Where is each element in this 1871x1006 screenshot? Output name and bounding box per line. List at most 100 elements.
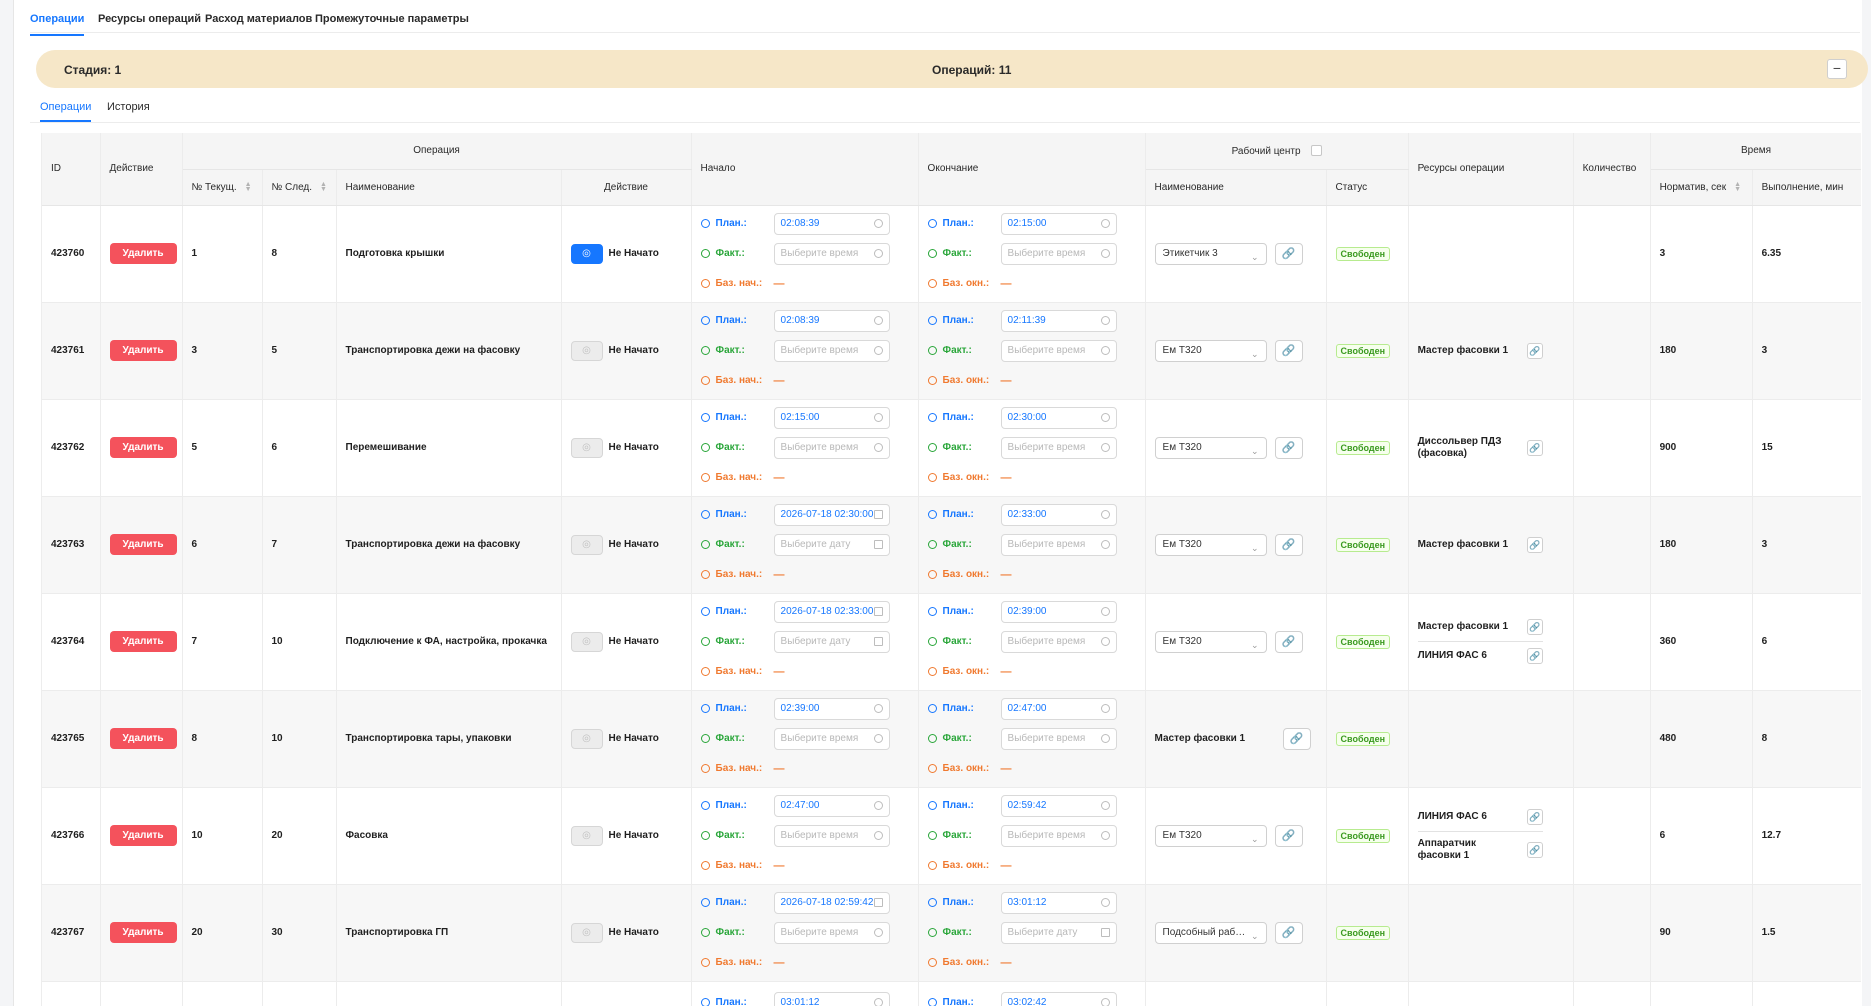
tab-operation-resources[interactable]: Ресурсы операций bbox=[98, 13, 201, 25]
clock-icon bbox=[700, 279, 710, 288]
end-fact-input[interactable]: Выберите время bbox=[1000, 339, 1117, 362]
start-plan-input[interactable]: 02:08:39 bbox=[773, 309, 890, 332]
start-plan-input[interactable]: 02:47:00 bbox=[773, 794, 890, 817]
start-fact-label: Факт.: bbox=[700, 830, 774, 841]
partial-end-plan-input[interactable]: 03:02:42 bbox=[1000, 991, 1117, 1006]
work-center-select[interactable]: Ем Т320 ⌄ bbox=[1154, 339, 1267, 362]
resource-link-icon[interactable]: 🔗 bbox=[1526, 536, 1543, 553]
subtab-history[interactable]: История bbox=[107, 101, 150, 113]
sort-icon[interactable]: ▲ ▼ bbox=[245, 181, 252, 193]
start-operation-button[interactable]: ◎ bbox=[570, 728, 603, 749]
work-center-select[interactable]: Ем Т320 ⌄ bbox=[1154, 436, 1267, 459]
delete-button[interactable]: Удалить bbox=[109, 534, 177, 555]
start-fact-input[interactable]: Выберите время bbox=[773, 824, 890, 847]
start-plan-input[interactable]: 02:08:39 bbox=[773, 212, 890, 235]
delete-button[interactable]: Удалить bbox=[109, 728, 177, 749]
start-fact-input[interactable]: Выберите время bbox=[773, 242, 890, 265]
delete-button[interactable]: Удалить bbox=[109, 631, 177, 652]
delete-button[interactable]: Удалить bbox=[109, 340, 177, 361]
start-fact-input[interactable]: Выберите время bbox=[773, 727, 890, 750]
start-operation-button[interactable]: ◎ bbox=[570, 534, 603, 555]
delete-button[interactable]: Удалить bbox=[109, 825, 177, 846]
end-fact-input[interactable]: Выберите дату bbox=[1000, 921, 1117, 944]
start-operation-button[interactable]: ◎ bbox=[570, 922, 603, 943]
resource-link-icon[interactable]: 🔗 bbox=[1526, 342, 1543, 359]
tab-operations[interactable]: Операции bbox=[30, 13, 85, 36]
tab-intermediate-params[interactable]: Промежуточные параметры bbox=[315, 13, 469, 25]
start-fact-input[interactable]: Выберите время bbox=[773, 921, 890, 944]
link-button[interactable]: 🔗 bbox=[1274, 533, 1303, 556]
work-center-select[interactable]: Ем Т320 ⌄ bbox=[1154, 533, 1267, 556]
start-operation-button[interactable]: ◎ bbox=[570, 243, 603, 264]
delete-button[interactable]: Удалить bbox=[109, 437, 177, 458]
sort-icon[interactable]: ▲ ▼ bbox=[1734, 181, 1741, 193]
cell-quantity bbox=[1573, 690, 1651, 788]
link-button[interactable]: 🔗 bbox=[1274, 630, 1303, 653]
resource-link-icon[interactable]: 🔗 bbox=[1526, 842, 1543, 858]
work-center-select[interactable]: Подсобный рабо... ⌄ bbox=[1154, 921, 1267, 944]
work-center-select[interactable]: Ем Т320 ⌄ bbox=[1154, 630, 1267, 653]
collapse-button[interactable]: − bbox=[1827, 59, 1847, 79]
col-current-no[interactable]: № Текущ. ▲ ▼ bbox=[182, 169, 263, 206]
start-plan-input[interactable]: 2026-07-18 02:33:00 bbox=[773, 600, 890, 623]
start-plan-input[interactable]: 02:15:00 bbox=[773, 406, 890, 429]
link-button[interactable]: 🔗 bbox=[1274, 436, 1303, 459]
start-fact-input[interactable]: Выберите время bbox=[773, 436, 890, 459]
end-plan-input[interactable]: 02:33:00 bbox=[1000, 503, 1117, 526]
end-plan-input[interactable]: 02:47:00 bbox=[1000, 697, 1117, 720]
sort-icon[interactable]: ▲ ▼ bbox=[320, 181, 327, 193]
col-next-no[interactable]: № След. ▲ ▼ bbox=[262, 169, 337, 206]
end-plan-input[interactable]: 02:11:39 bbox=[1000, 309, 1117, 332]
start-fact-input[interactable]: Выберите время bbox=[773, 339, 890, 362]
end-plan-input[interactable]: 02:30:00 bbox=[1000, 406, 1117, 429]
start-operation-button[interactable]: ◎ bbox=[570, 825, 603, 846]
clock-icon bbox=[873, 997, 883, 1006]
current-no: 5 bbox=[191, 442, 198, 453]
link-button[interactable]: 🔗 bbox=[1274, 921, 1303, 944]
end-fact-input[interactable]: Выберите время bbox=[1000, 630, 1117, 653]
tab-material-consumption[interactable]: Расход материалов bbox=[205, 13, 312, 25]
resource-link-icon[interactable]: 🔗 bbox=[1526, 619, 1543, 635]
work-center-select[interactable]: Этикетчик 3 ⌄ bbox=[1154, 242, 1267, 265]
resource-link-icon[interactable]: 🔗 bbox=[1526, 809, 1543, 825]
start-plan-input[interactable]: 2026-07-18 02:59:42 bbox=[773, 891, 890, 914]
end-plan-input[interactable]: 02:39:00 bbox=[1000, 600, 1117, 623]
baz-start-label-text: Баз. нач.: bbox=[715, 569, 763, 580]
subtab-operations[interactable]: Операции bbox=[40, 101, 92, 122]
end-fact-input[interactable]: Выберите время bbox=[1000, 533, 1117, 556]
work-center-select[interactable]: Ем Т320 ⌄ bbox=[1154, 824, 1267, 847]
end-fact-input[interactable]: Выберите время bbox=[1000, 727, 1117, 750]
work-center-value: Ем Т320 bbox=[1162, 538, 1202, 550]
link-button[interactable]: 🔗 bbox=[1282, 727, 1311, 750]
end-plan-input[interactable]: 03:01:12 bbox=[1000, 891, 1117, 914]
end-plan-input[interactable]: 02:15:00 bbox=[1000, 212, 1117, 235]
end-fact-input[interactable]: Выберите время bbox=[1000, 242, 1117, 265]
delete-button[interactable]: Удалить bbox=[109, 922, 177, 943]
end-plan-input[interactable]: 02:59:42 bbox=[1000, 794, 1117, 817]
start-plan-input[interactable]: 02:39:00 bbox=[773, 697, 890, 720]
work-center-group: Ем Т320 ⌄ 🔗 bbox=[1154, 339, 1317, 362]
link-button[interactable]: 🔗 bbox=[1274, 824, 1303, 847]
start-fact-input[interactable]: Выберите дату bbox=[773, 630, 890, 653]
start-operation-button[interactable]: ◎ bbox=[570, 437, 603, 458]
start-fact-input[interactable]: Выберите дату bbox=[773, 533, 890, 556]
col-norm[interactable]: Норматив, сек ▲ ▼ bbox=[1650, 169, 1753, 206]
next-no: 8 bbox=[271, 248, 278, 259]
resource-link-icon[interactable]: 🔗 bbox=[1526, 648, 1543, 664]
start-plan-value: 02:15:00 bbox=[780, 411, 820, 423]
start-operation-button[interactable]: ◎ bbox=[570, 340, 603, 361]
resource-link-icon[interactable]: 🔗 bbox=[1526, 439, 1543, 456]
link-button[interactable]: 🔗 bbox=[1274, 242, 1303, 265]
start-plan-calendar-icon bbox=[873, 509, 883, 519]
start-plan-input[interactable]: 2026-07-18 02:30:00 bbox=[773, 503, 890, 526]
partial-start-plan-input[interactable]: 03:01:12 bbox=[773, 991, 890, 1006]
delete-button[interactable]: Удалить bbox=[109, 243, 177, 264]
start-baz-line: Баз. нач.: — bbox=[700, 366, 909, 396]
link-button[interactable]: 🔗 bbox=[1274, 339, 1303, 362]
end-fact-input[interactable]: Выберите время bbox=[1000, 436, 1117, 459]
work-center-checkbox[interactable] bbox=[1310, 144, 1322, 156]
end-fact-input[interactable]: Выберите время bbox=[1000, 824, 1117, 847]
right-scrollbar[interactable] bbox=[1862, 0, 1871, 1006]
start-operation-button[interactable]: ◎ bbox=[570, 631, 603, 652]
cell-resources bbox=[1408, 690, 1574, 788]
